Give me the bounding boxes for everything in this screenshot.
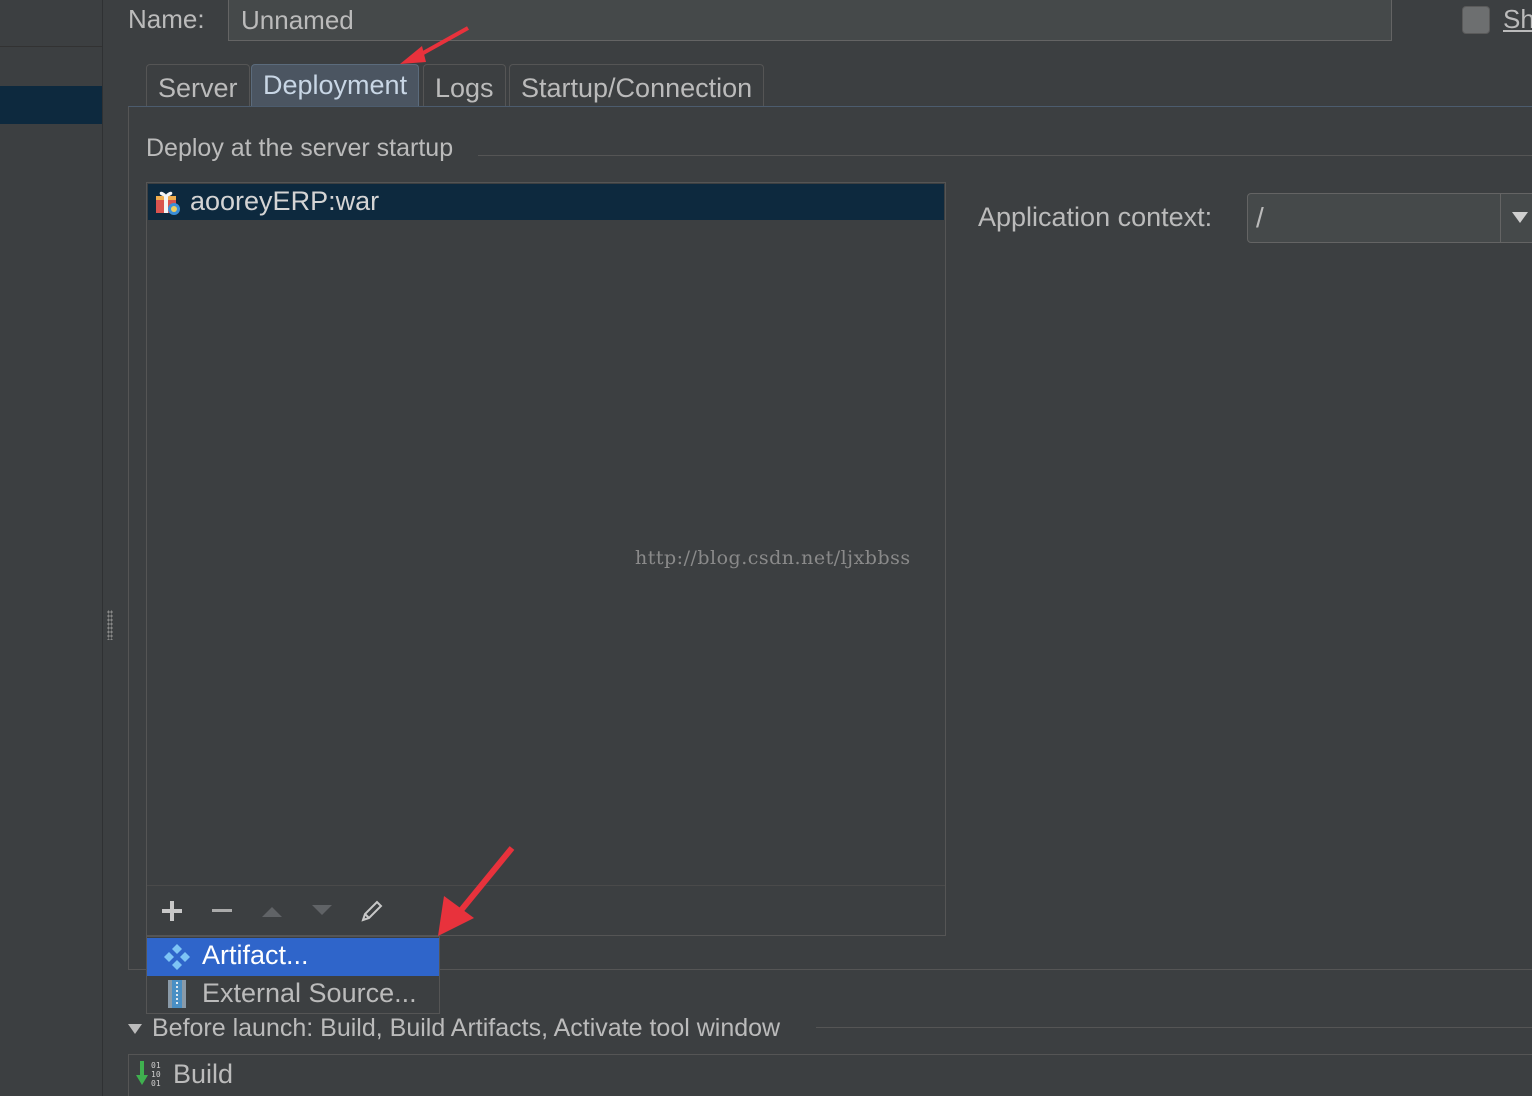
application-context-value[interactable]: / <box>1256 202 1264 234</box>
application-context-combobox[interactable]: / <box>1247 193 1532 243</box>
edit-button[interactable] <box>355 894 389 928</box>
list-item-label: aooreyERP:war <box>190 186 380 216</box>
list-toolbar <box>147 885 945 936</box>
splitter-handle[interactable] <box>107 610 113 640</box>
chevron-down-icon[interactable] <box>1512 212 1528 223</box>
tab-server[interactable]: Server <box>146 64 250 106</box>
popup-item-label: Artifact... <box>202 940 309 970</box>
popup-item-external-source[interactable]: External Source... <box>147 976 439 1014</box>
remove-button[interactable] <box>205 894 239 928</box>
run-configuration-dialog: Name: Unnamed Sh Server Deployment Logs … <box>0 0 1532 1096</box>
build-task-label: Build <box>173 1059 234 1089</box>
share-checkbox[interactable] <box>1462 6 1490 34</box>
svg-text:01: 01 <box>151 1079 161 1088</box>
section-divider <box>478 155 1532 156</box>
name-label: Name: <box>128 4 205 34</box>
configuration-tree-panel <box>0 0 103 1096</box>
popup-item-label: External Source... <box>202 978 417 1008</box>
plus-icon <box>162 901 182 921</box>
watermark: http://blog.csdn.net/ljxbbss <box>635 547 911 569</box>
minus-icon <box>212 909 232 912</box>
move-up-button[interactable] <box>255 894 289 928</box>
artifact-war-icon <box>156 191 180 215</box>
share-label[interactable]: Sh <box>1503 4 1532 35</box>
move-up-icon <box>262 907 282 917</box>
before-launch-divider <box>816 1027 1532 1028</box>
list-item[interactable]: aooreyERP:war <box>148 184 944 220</box>
combo-divider <box>1500 194 1501 242</box>
before-launch-list: 01 10 01 Build <box>128 1054 1532 1096</box>
section-title: Deploy at the server startup <box>146 134 454 162</box>
deployment-list: aooreyERP:war http://blog.csdn.net/ljxbb… <box>146 182 946 936</box>
add-popup-menu: Artifact... External Source... <box>146 936 440 1014</box>
build-icon: 01 10 01 <box>136 1061 161 1088</box>
name-input[interactable]: Unnamed <box>228 0 1392 41</box>
add-button[interactable] <box>155 894 189 928</box>
application-context-label: Application context: <box>978 202 1213 232</box>
popup-item-artifact[interactable]: Artifact... <box>147 938 439 976</box>
svg-text:01: 01 <box>151 1061 161 1070</box>
before-launch-label: Before launch: Build, Build Artifacts, A… <box>152 1014 781 1042</box>
tree-divider <box>0 46 102 47</box>
tab-deployment[interactable]: Deployment <box>251 64 420 106</box>
move-down-icon <box>312 905 332 915</box>
svg-text:10: 10 <box>151 1070 161 1079</box>
tab-logs[interactable]: Logs <box>423 64 506 106</box>
collapse-triangle-icon[interactable] <box>128 1024 142 1034</box>
pencil-icon <box>361 900 383 922</box>
move-down-button[interactable] <box>305 894 339 928</box>
tab-startup-connection[interactable]: Startup/Connection <box>509 64 765 106</box>
selected-configuration-node[interactable] <box>0 86 102 124</box>
external-source-icon <box>168 980 186 1008</box>
artifact-icon <box>164 944 190 970</box>
